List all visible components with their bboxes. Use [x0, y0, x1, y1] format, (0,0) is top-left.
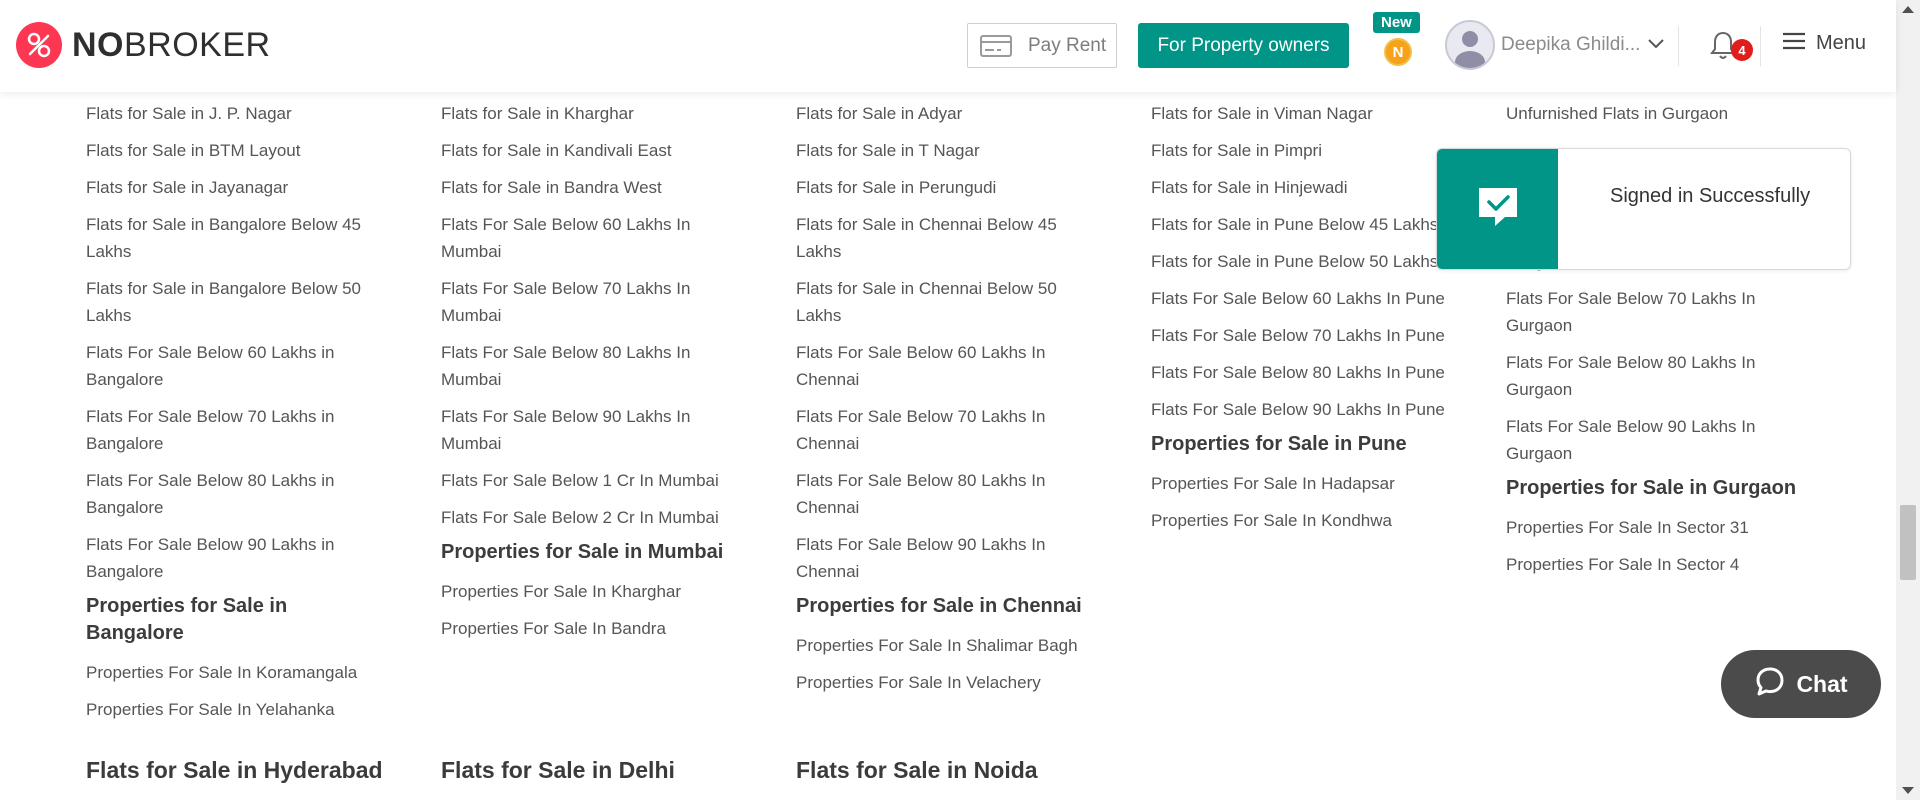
list-link[interactable]: Properties For Sale In Velachery — [796, 669, 1096, 696]
list-link[interactable]: Properties For Sale In Kondhwa — [1151, 507, 1451, 534]
list-link[interactable]: Flats For Sale Below 80 Lakhs in Bangalo… — [86, 467, 386, 521]
list-link[interactable]: Flats For Sale Below 1 Cr In Mumbai — [441, 467, 741, 494]
scroll-up-arrow-icon[interactable] — [1902, 6, 1914, 13]
list-link[interactable]: Properties For Sale In Kharghar — [441, 578, 741, 605]
page-scrollbar[interactable] — [1896, 0, 1920, 800]
chat-bubble-icon — [1754, 665, 1796, 703]
chevron-down-icon — [1648, 36, 1665, 54]
chat-check-icon — [1475, 185, 1521, 234]
list-link[interactable]: Flats For Sale Below 80 Lakhs In Gurgaon — [1506, 349, 1806, 403]
avatar — [1445, 20, 1495, 70]
list-link[interactable]: Flats for Sale in Adyar — [796, 100, 1096, 127]
chat-button[interactable]: Chat — [1721, 650, 1881, 718]
list-link[interactable]: Flats For Sale Below 70 Lakhs In Gurgaon — [1506, 285, 1806, 339]
list-link[interactable]: Flats for Sale in Jayanagar — [86, 174, 386, 201]
bangalore-column: Flats for Sale in J. P. Nagar Flats for … — [86, 100, 386, 723]
list-link[interactable]: Properties For Sale In Shalimar Bagh — [796, 632, 1096, 659]
list-link[interactable]: Flats for Sale in Bandra West — [441, 174, 741, 201]
list-link[interactable]: Properties For Sale In Hadapsar — [1151, 470, 1451, 497]
list-link[interactable]: Flats For Sale Below 70 Lakhs In Mumbai — [441, 275, 741, 329]
section-heading: Properties for Sale in Gurgaon — [1506, 477, 1797, 499]
list-link[interactable]: Flats for Sale in Bangalore Below 45 Lak… — [86, 211, 386, 265]
list-link[interactable]: Flats For Sale Below 60 Lakhs In Mumbai — [441, 211, 741, 265]
list-link[interactable]: Properties For Sale In Koramangala — [86, 659, 386, 686]
section-heading: Properties for Sale in Bangalore — [86, 595, 288, 644]
nobroker-coin-icon[interactable]: N — [1384, 38, 1412, 66]
new-badge: New — [1373, 12, 1420, 33]
notification-count-badge: 4 — [1731, 39, 1753, 61]
scrollbar-thumb[interactable] — [1900, 505, 1916, 580]
list-link[interactable]: Flats For Sale Below 80 Lakhs In Mumbai — [441, 339, 741, 393]
logo-icon — [16, 22, 62, 68]
hamburger-icon — [1782, 31, 1806, 56]
menu-button[interactable]: Menu — [1782, 31, 1866, 56]
pay-rent-button[interactable]: Pay Rent — [967, 23, 1117, 68]
top-header: NOBROKER Pay Rent For Property owners Ne… — [0, 0, 1896, 92]
for-property-owners-button[interactable]: For Property owners — [1138, 23, 1349, 68]
list-link[interactable]: Flats for Sale in Chennai Below 50 Lakhs — [796, 275, 1096, 329]
list-link[interactable]: Flats for Sale in BTM Layout — [86, 137, 386, 164]
list-link[interactable]: Flats for Sale in Hinjewadi — [1151, 174, 1451, 201]
chennai-column: Flats for Sale in Adyar Flats for Sale i… — [796, 100, 1096, 696]
list-link[interactable]: Flats for Sale in T Nagar — [796, 137, 1096, 164]
list-link[interactable]: Flats For Sale Below 60 Lakhs in Bangalo… — [86, 339, 386, 393]
section-heading: Flats for Sale in Noida — [796, 757, 1038, 783]
list-link[interactable]: Flats For Sale Below 2 Cr In Mumbai — [441, 504, 741, 531]
list-link[interactable]: Properties For Sale In Sector 31 — [1506, 514, 1806, 541]
scroll-down-arrow-icon[interactable] — [1902, 787, 1914, 794]
list-link[interactable]: Flats for Sale in Pune Below 50 Lakhs — [1151, 248, 1451, 275]
user-profile-dropdown[interactable]: Deepika Ghildi... — [1445, 20, 1665, 70]
pay-rent-label: Pay Rent — [1028, 34, 1107, 56]
header-divider — [1678, 26, 1679, 66]
list-link[interactable]: Flats for Sale in Perungudi — [796, 174, 1096, 201]
user-name: Deepika Ghildi... — [1501, 34, 1641, 55]
section-heading: Flats for Sale in Delhi — [441, 757, 675, 783]
list-link[interactable]: Unfurnished Flats in Gurgaon — [1506, 100, 1806, 127]
list-link[interactable]: Flats For Sale Below 60 Lakhs In Chennai — [796, 339, 1096, 393]
list-link[interactable]: Flats for Sale in Pimpri — [1151, 137, 1451, 164]
list-link[interactable]: Flats For Sale Below 70 Lakhs In Pune — [1151, 322, 1451, 349]
list-link[interactable]: Flats for Sale in Chennai Below 45 Lakhs — [796, 211, 1096, 265]
toast-icon-panel — [1437, 149, 1558, 269]
list-link[interactable]: Flats For Sale Below 70 Lakhs in Bangalo… — [86, 403, 386, 457]
list-link[interactable]: Flats for Sale in Kharghar — [441, 100, 741, 127]
list-link[interactable]: Flats for Sale in J. P. Nagar — [86, 100, 386, 127]
section-heading: Properties for Sale in Mumbai — [441, 541, 724, 563]
nobroker-logo[interactable]: NOBROKER — [16, 22, 271, 68]
mumbai-column: Flats for Sale in Kharghar Flats for Sal… — [441, 100, 741, 642]
list-link[interactable]: Flats for Sale in Bangalore Below 50 Lak… — [86, 275, 386, 329]
list-link[interactable]: Flats For Sale Below 90 Lakhs In Gurgaon — [1506, 413, 1806, 467]
list-link[interactable]: Properties For Sale In Bandra — [441, 615, 741, 642]
toast-message: Signed in Successfully — [1610, 185, 1811, 207]
list-link[interactable]: Properties For Sale In Yelahanka — [86, 696, 386, 723]
header-divider — [1760, 26, 1761, 66]
list-link[interactable]: Flats for Sale in Pune Below 45 Lakhs — [1151, 211, 1451, 238]
list-link[interactable]: Flats For Sale Below 60 Lakhs In Pune — [1151, 285, 1451, 312]
list-link[interactable]: Flats For Sale Below 90 Lakhs In Pune — [1151, 396, 1451, 423]
logo-text: NOBROKER — [72, 25, 271, 64]
list-link[interactable]: Properties For Sale In Sector 4 — [1506, 551, 1806, 578]
section-heading: Properties for Sale in Chennai — [796, 595, 1082, 617]
section-heading: Flats for Sale in Hyderabad — [86, 757, 383, 783]
list-link[interactable]: Flats For Sale Below 80 Lakhs In Pune — [1151, 359, 1451, 386]
list-link[interactable]: Flats For Sale Below 80 Lakhs In Chennai — [796, 467, 1096, 521]
section-heading: Properties for Sale in Pune — [1151, 433, 1407, 455]
pune-column: Flats for Sale in Viman Nagar Flats for … — [1151, 100, 1451, 534]
chat-label: Chat — [1796, 670, 1848, 697]
list-link[interactable]: Flats for Sale in Viman Nagar — [1151, 100, 1451, 127]
signed-in-toast: Signed in Successfully — [1436, 148, 1851, 270]
menu-label: Menu — [1816, 32, 1867, 54]
list-link[interactable]: Flats for Sale in Kandivali East — [441, 137, 741, 164]
list-link[interactable]: Flats For Sale Below 70 Lakhs In Chennai — [796, 403, 1096, 457]
credit-card-icon — [980, 33, 1014, 59]
list-link[interactable]: Flats For Sale Below 90 Lakhs in Bangalo… — [86, 531, 386, 585]
list-link[interactable]: Flats For Sale Below 90 Lakhs In Chennai — [796, 531, 1096, 585]
list-link[interactable]: Flats For Sale Below 90 Lakhs In Mumbai — [441, 403, 741, 457]
